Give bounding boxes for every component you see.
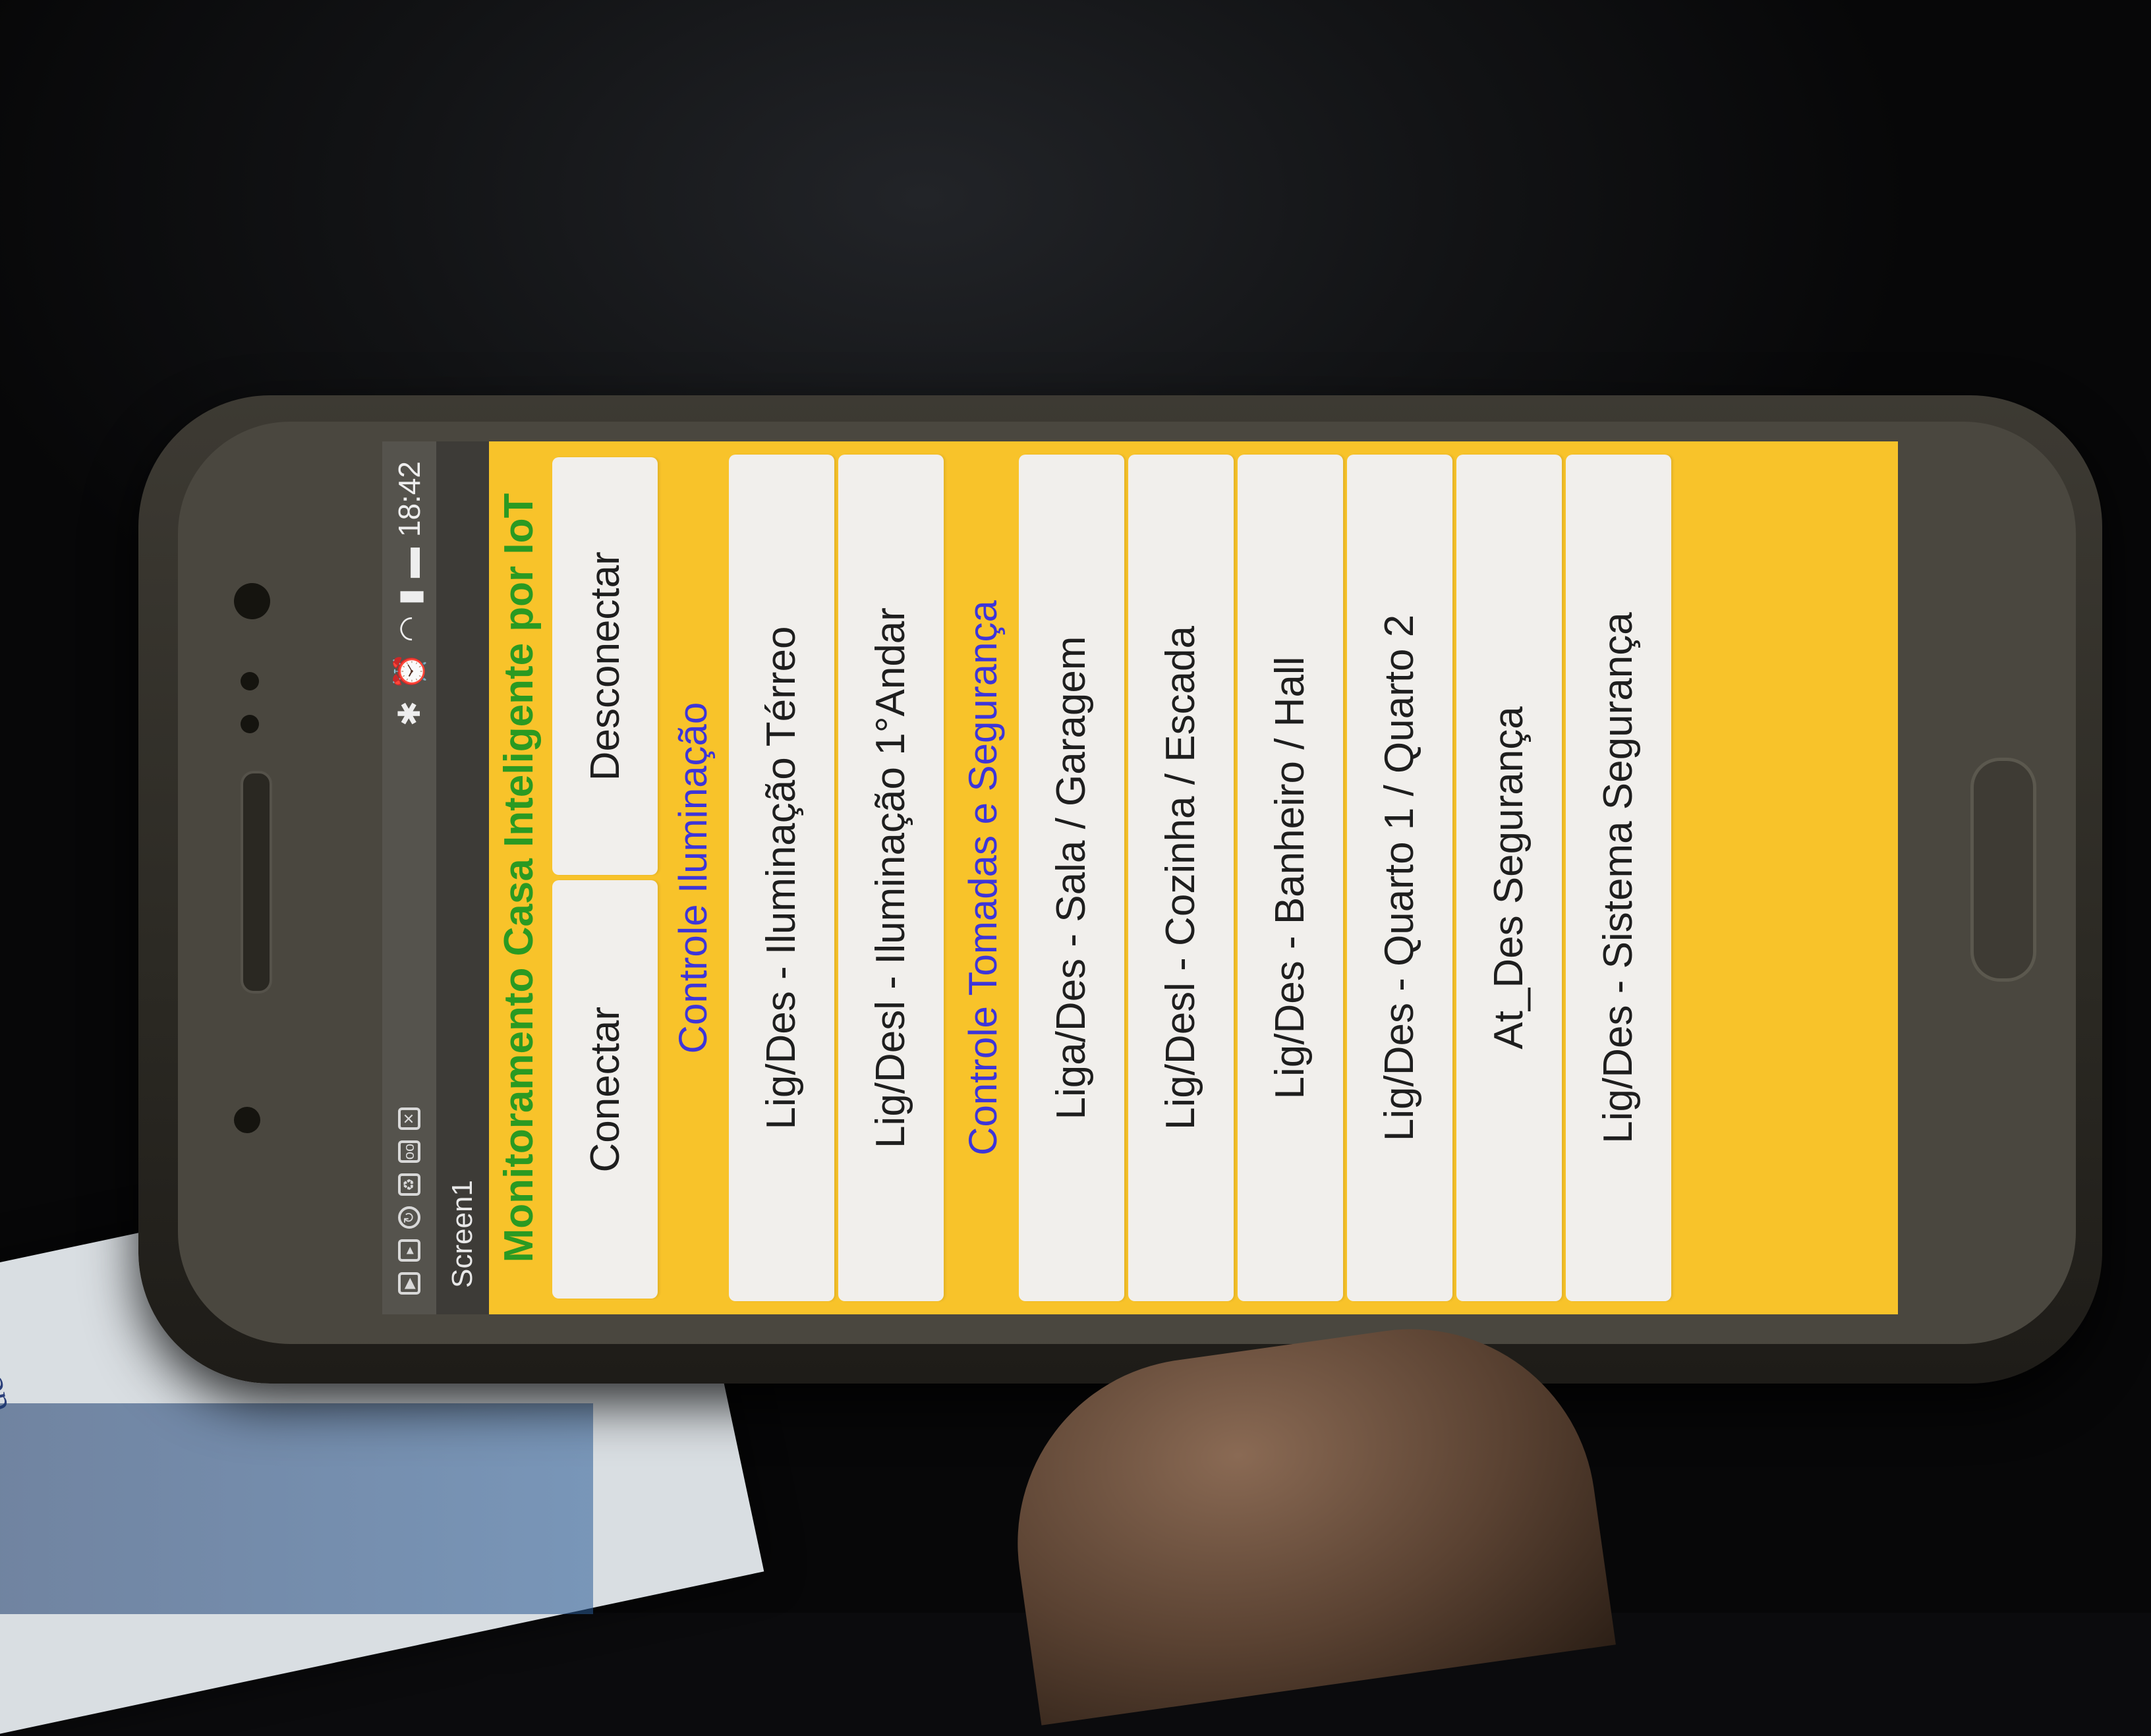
app-titlebar: Screen1 [436, 441, 489, 1314]
phone-screen: ▶ ▸ ↻ ♻ oo ✕ ✱ ⏰ ◠ ▮ ▬ 18:42 Screen1 Mon… [382, 441, 1898, 1314]
lighting-first-floor-button[interactable]: Lig/Desl - Iluminação 1°Andar [838, 455, 944, 1301]
outlet-living-garage-button[interactable]: Liga/Des - Sala / Garagem [1019, 455, 1124, 1301]
outlets-section-title: Controle Tomadas e Segurança [961, 600, 1005, 1156]
outlet-kitchen-stairs-button[interactable]: Lig/Desl - Cozinha / Escada [1128, 455, 1234, 1301]
recycle-icon: ♻ [398, 1173, 420, 1196]
youtube-icon: ▶ [398, 1272, 420, 1295]
security-toggle-button[interactable]: At_Des Segurança [1456, 455, 1562, 1301]
voicemail-icon: oo [398, 1140, 420, 1163]
home-button[interactable] [1970, 758, 2036, 982]
system-icons: ✱ ⏰ ◠ ▮ ▬ 18:42 [391, 461, 428, 726]
signal-icon: ▮ [392, 588, 426, 605]
earpiece-speaker [241, 771, 272, 994]
security-system-button[interactable]: Lig/Des - Sistema Segurança [1566, 455, 1671, 1301]
bluetooth-icon: ✱ [392, 700, 426, 727]
notification-icons: ▶ ▸ ↻ ♻ oo ✕ [398, 1107, 420, 1295]
paper-text: de Tomadas [0, 1241, 16, 1416]
connect-button[interactable]: Conectar [552, 880, 658, 1299]
sync-icon: ↻ [398, 1206, 420, 1229]
connection-row: Conectar Desconectar [552, 455, 658, 1301]
laptop-screen [0, 1403, 593, 1614]
sensor-icon [241, 715, 259, 733]
front-camera-icon [234, 583, 270, 619]
outlet-bedrooms-button[interactable]: Lig/Des - Quarto 1 / Quarto 2 [1347, 455, 1452, 1301]
clock: 18:42 [392, 461, 426, 538]
close-icon: ✕ [398, 1107, 420, 1130]
status-bar: ▶ ▸ ↻ ♻ oo ✕ ✱ ⏰ ◠ ▮ ▬ 18:42 [382, 441, 436, 1314]
play-icon: ▸ [398, 1239, 420, 1262]
sensor-icon [241, 672, 259, 690]
alarm-icon: ⏰ [391, 652, 426, 690]
wifi-icon: ◠ [392, 615, 426, 642]
outlet-bathroom-hall-button[interactable]: Lig/Des - Banheiro / Hall [1238, 455, 1343, 1301]
app-heading: Monitoramento Casa Inteligente por IoT [496, 493, 542, 1263]
disconnect-button[interactable]: Desconectar [552, 457, 658, 876]
app-content: Monitoramento Casa Inteligente por IoT C… [489, 441, 1898, 1314]
lighting-ground-floor-button[interactable]: Lig/Des - Iluminação Térreo [729, 455, 834, 1301]
battery-icon: ▬ [392, 547, 426, 578]
proximity-sensor-icon [234, 1107, 260, 1133]
lighting-section-title: Controle Iluminação [671, 702, 715, 1054]
screen-title: Screen1 [446, 1180, 478, 1288]
